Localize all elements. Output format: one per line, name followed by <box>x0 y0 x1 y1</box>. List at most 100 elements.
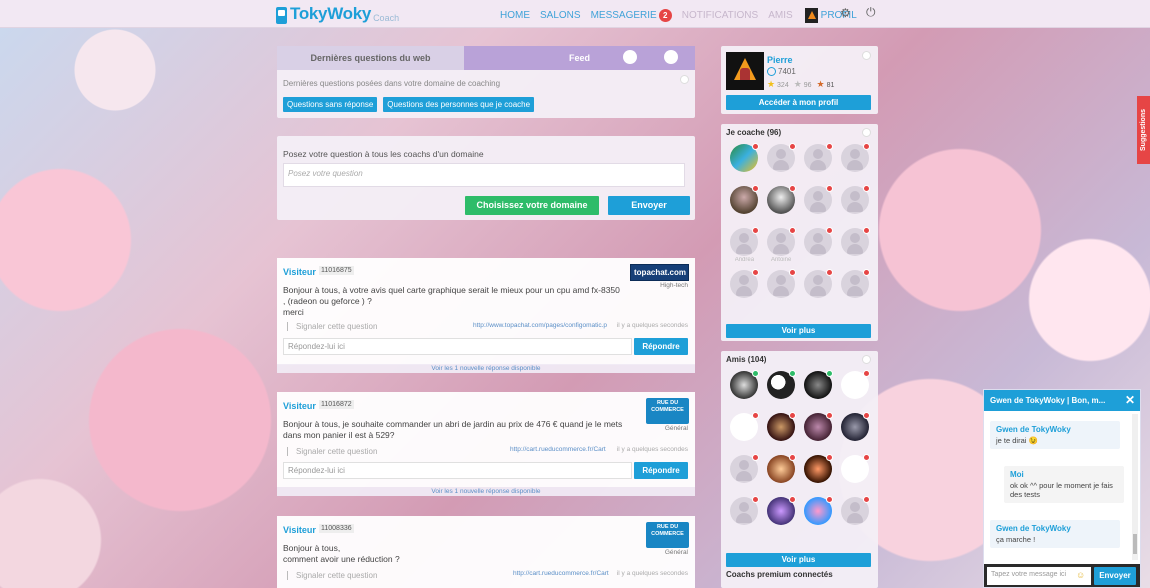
coach-more-button[interactable]: Voir plus <box>726 324 871 338</box>
status-dot <box>789 143 797 150</box>
contact-item[interactable] <box>726 370 763 408</box>
chat-send-button[interactable]: Envoyer <box>1094 567 1136 585</box>
close-icon[interactable] <box>862 355 871 364</box>
contact-item[interactable] <box>836 496 873 534</box>
choose-domain-button[interactable]: Choisissez votre domaine <box>465 196 599 215</box>
contact-item[interactable] <box>726 454 763 492</box>
report-question-link[interactable]: Signaler cette question <box>287 447 377 456</box>
contact-item[interactable] <box>836 412 873 450</box>
chat-scrollbar[interactable] <box>1132 414 1138 560</box>
contact-item[interactable] <box>800 454 837 492</box>
smiley-icon[interactable]: ☺ <box>1076 570 1085 580</box>
report-question-link[interactable]: Signaler cette question <box>287 571 377 580</box>
contact-item[interactable] <box>763 496 800 534</box>
top-bar: TokyWoky Coach HOME SALONS MESSAGERIE 2 N… <box>0 0 1150 28</box>
contact-item[interactable] <box>726 185 763 223</box>
merchant-logo[interactable]: RUE DU COMMERCE <box>646 522 689 548</box>
contact-item[interactable]: Antoine <box>763 227 800 265</box>
coached-questions-button[interactable]: Questions des personnes que je coache <box>383 97 535 112</box>
nav-salons[interactable]: SALONS <box>540 10 581 21</box>
new-answers-link[interactable]: Voir les 1 nouvelle réponse disponible <box>277 487 695 496</box>
contact-item[interactable] <box>836 370 873 408</box>
question-input[interactable]: Posez votre question <box>283 163 685 187</box>
gear-icon[interactable]: ⚙ <box>840 6 851 20</box>
contact-item[interactable] <box>763 412 800 450</box>
contact-item[interactable] <box>836 227 873 265</box>
tab-dernieres-questions[interactable]: Dernières questions du web <box>277 46 464 70</box>
close-icon[interactable] <box>680 75 689 84</box>
new-answers-link[interactable]: Voir les 1 nouvelle réponse disponible <box>277 364 695 373</box>
question-source-link[interactable]: http://www.topachat.com/pages/configomat… <box>473 322 607 329</box>
question-text: Bonjour à tous, comment avoir une réducti… <box>283 543 623 565</box>
tab-feed[interactable]: Feed <box>464 46 695 70</box>
friends-more-button[interactable]: Voir plus <box>726 553 871 567</box>
avatar <box>730 454 760 483</box>
avatar <box>767 496 797 525</box>
contact-item[interactable]: Andrea <box>726 227 763 265</box>
contact-item[interactable] <box>800 412 837 450</box>
status-dot <box>789 454 797 461</box>
contact-item[interactable] <box>726 269 763 307</box>
contact-item[interactable] <box>763 370 800 408</box>
contact-item[interactable] <box>726 143 763 181</box>
status-dot <box>752 185 760 192</box>
nav-notifications[interactable]: NOTIFICATIONS <box>682 10 758 21</box>
close-icon[interactable]: ✕ <box>1125 390 1135 411</box>
avatar[interactable] <box>726 52 764 90</box>
reply-input[interactable]: Répondez-lui ici <box>283 338 632 355</box>
gold-star: ★ 324 <box>767 79 789 89</box>
contact-item[interactable] <box>763 185 800 223</box>
reply-button[interactable]: Répondre <box>634 462 688 479</box>
contact-item[interactable] <box>836 269 873 307</box>
avatar <box>767 185 797 214</box>
report-question-link[interactable]: Signaler cette question <box>287 322 377 331</box>
contact-item[interactable] <box>726 496 763 534</box>
chat-header[interactable]: Gwen de TokyWoky | Bon, m... ✕ <box>984 390 1140 411</box>
question-source-link[interactable]: http://cart.rueducommerce.fr/Cart <box>510 446 606 453</box>
question-id: 11016872 <box>319 400 354 409</box>
question-author[interactable]: Visiteur <box>283 525 316 535</box>
avatar <box>840 412 870 441</box>
avatar <box>804 8 818 23</box>
nav-messagerie[interactable]: MESSAGERIE 2 <box>591 9 672 22</box>
contact-item[interactable] <box>836 185 873 223</box>
question-author[interactable]: Visiteur <box>283 267 316 277</box>
power-icon[interactable]: ⏻ <box>866 5 876 20</box>
avatar <box>803 496 833 525</box>
question-source-link[interactable]: http://cart.rueducommerce.fr/Cart <box>513 570 609 577</box>
toggle-icon[interactable] <box>623 50 637 64</box>
logo[interactable]: TokyWoky Coach <box>276 4 399 24</box>
send-question-button[interactable]: Envoyer <box>608 196 690 215</box>
premium-title: Coachs premium connectés <box>726 570 833 579</box>
contact-item[interactable] <box>763 143 800 181</box>
contact-item[interactable] <box>726 412 763 450</box>
reply-input[interactable]: Répondez-lui ici <box>283 462 632 479</box>
close-icon[interactable] <box>862 51 871 60</box>
contact-item[interactable] <box>800 185 837 223</box>
status-dot <box>789 370 797 377</box>
toggle-icon[interactable] <box>664 50 678 64</box>
question-author[interactable]: Visiteur <box>283 401 316 411</box>
unanswered-questions-button[interactable]: Questions sans réponse <box>283 97 378 112</box>
avatar <box>730 370 760 399</box>
contact-item[interactable] <box>763 269 800 307</box>
contact-item[interactable] <box>800 370 837 408</box>
profile-name[interactable]: Pierre <box>767 55 793 65</box>
contact-item[interactable] <box>836 454 873 492</box>
suggestions-tab[interactable]: Suggestions <box>1137 96 1150 164</box>
contact-item[interactable] <box>836 143 873 181</box>
contact-item[interactable] <box>800 227 837 265</box>
merchant-logo[interactable]: RUE DU COMMERCE <box>646 398 689 424</box>
status-dot <box>752 143 760 150</box>
contact-item[interactable] <box>800 269 837 307</box>
merchant-logo[interactable]: topachat.com <box>630 264 689 281</box>
contact-item[interactable] <box>800 143 837 181</box>
contact-item[interactable] <box>763 454 800 492</box>
bronze-star: ★ 81 <box>816 79 835 89</box>
nav-amis[interactable]: AMIS <box>768 10 792 21</box>
close-icon[interactable] <box>862 128 871 137</box>
contact-item[interactable] <box>800 496 837 534</box>
nav-home[interactable]: HOME <box>500 10 530 21</box>
profile-button[interactable]: Accéder à mon profil <box>726 95 871 110</box>
reply-button[interactable]: Répondre <box>634 338 688 355</box>
